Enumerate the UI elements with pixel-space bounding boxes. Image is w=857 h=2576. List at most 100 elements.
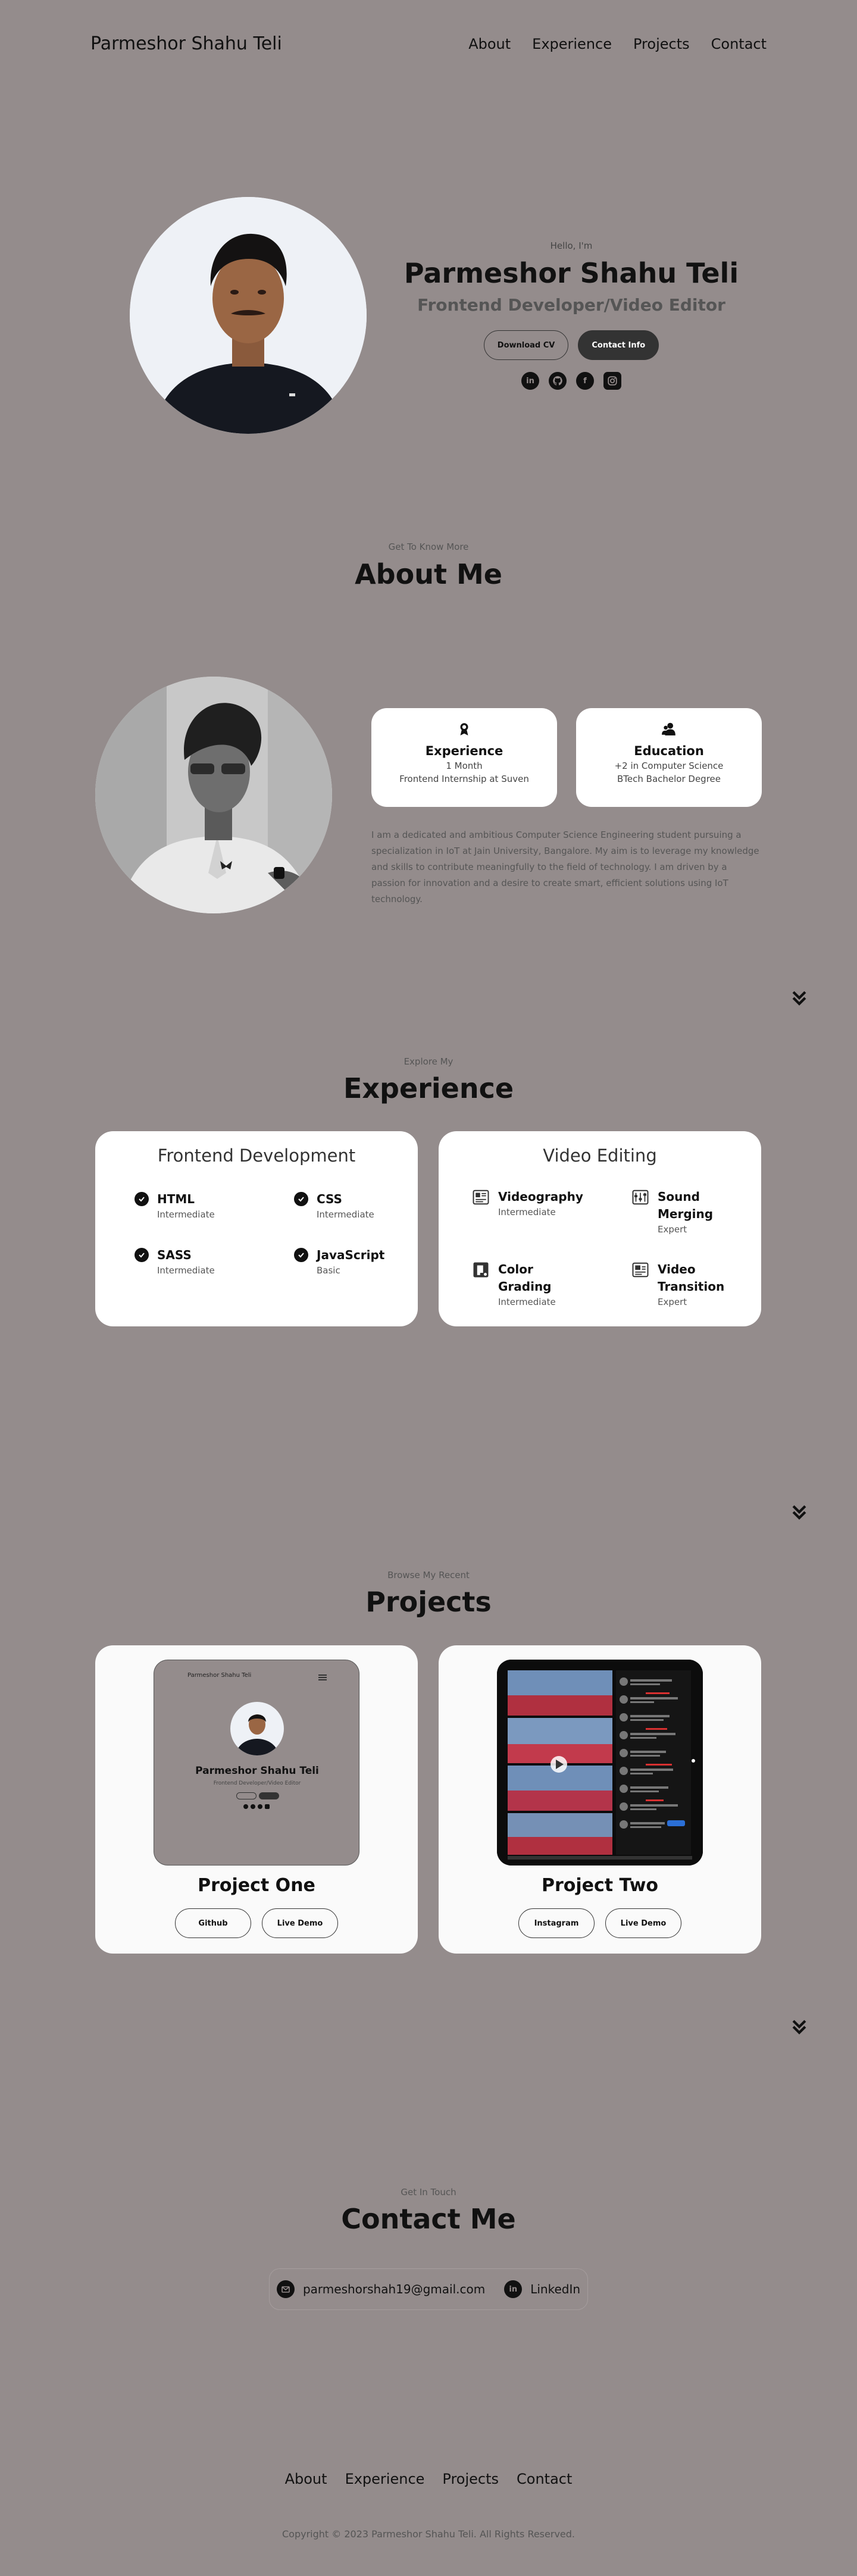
nav-link-projects[interactable]: Projects bbox=[633, 36, 690, 52]
skill-sound-merging: Sound Merging Expert bbox=[631, 1188, 713, 1235]
github-icon[interactable] bbox=[549, 372, 567, 390]
linkedin-link[interactable]: in LinkedIn bbox=[504, 2280, 580, 2298]
hamburger-icon bbox=[318, 1674, 327, 1676]
thumb-name: Parmeshor Shahu Teli bbox=[195, 1765, 319, 1777]
about-photo bbox=[95, 677, 332, 913]
github-button[interactable]: Github bbox=[175, 1908, 251, 1938]
project-two-title: Project Two bbox=[541, 1875, 659, 1896]
project-two-buttons: Instagram Live Demo bbox=[439, 1908, 761, 1938]
profile-photo bbox=[130, 197, 367, 434]
project-one-buttons: Github Live Demo bbox=[95, 1908, 418, 1938]
skill-name: Video bbox=[658, 1262, 696, 1276]
frontend-card-title: Frontend Development bbox=[157, 1145, 356, 1166]
skill-sass: SASS Intermediate bbox=[135, 1247, 215, 1276]
facebook-icon[interactable]: f bbox=[576, 372, 594, 390]
about-title: About Me bbox=[355, 558, 502, 590]
thumb-avatar bbox=[230, 1702, 284, 1755]
experience-card: Experience 1 Month Frontend Internship a… bbox=[371, 708, 557, 807]
mail-icon bbox=[276, 2280, 295, 2298]
thumb-role: Frontend Developer/Video Editor bbox=[213, 1780, 301, 1786]
skill-level: Intermediate bbox=[498, 1207, 556, 1217]
download-cv-button[interactable]: Download CV bbox=[483, 330, 569, 360]
skill-javascript: JavaScript Basic bbox=[294, 1247, 384, 1276]
video-editing-card: Video Editing Videography Intermediate So… bbox=[439, 1131, 761, 1326]
live-demo-button[interactable]: Live Demo bbox=[262, 1908, 338, 1938]
education-card-title: Education bbox=[634, 744, 704, 758]
chevron-double-down-icon[interactable] bbox=[789, 1502, 809, 1522]
education-card: Education +2 in Computer Science BTech B… bbox=[576, 708, 762, 807]
check-icon bbox=[294, 1192, 308, 1206]
frontend-card: Frontend Development HTML Intermediate CS… bbox=[95, 1131, 418, 1326]
project-card-two: Project Two Instagram Live Demo bbox=[439, 1645, 761, 1954]
copyright-text: Copyright © 2023 Parmeshor Shahu Teli. A… bbox=[282, 2528, 575, 2540]
check-icon bbox=[135, 1248, 149, 1262]
chevron-double-down-icon[interactable] bbox=[789, 2017, 809, 2037]
check-icon bbox=[294, 1248, 308, 1262]
nav-link-contact[interactable]: Contact bbox=[711, 36, 767, 52]
nav-links: About Experience Projects Contact bbox=[468, 36, 767, 52]
instagram-icon[interactable] bbox=[603, 372, 621, 390]
audio-mixer-icon bbox=[632, 1190, 649, 1205]
nav-link-experience[interactable]: Experience bbox=[532, 36, 612, 52]
users-icon bbox=[662, 722, 675, 735]
skill-videography: Videography Intermediate bbox=[472, 1188, 583, 1217]
skill-name: Color bbox=[498, 1262, 533, 1276]
education-card-line1: +2 in Computer Science bbox=[614, 760, 724, 771]
linkedin-icon[interactable]: in bbox=[521, 372, 539, 390]
video-card-title: Video Editing bbox=[543, 1145, 657, 1166]
footer-link-experience[interactable]: Experience bbox=[345, 2471, 425, 2487]
thumb-button-dark bbox=[259, 1792, 279, 1799]
skill-level: Expert bbox=[658, 1224, 687, 1235]
experience-card-line1: 1 Month bbox=[446, 760, 483, 771]
contact-info-button[interactable]: Contact Info bbox=[578, 330, 659, 360]
skill-name-line2: Merging bbox=[658, 1207, 714, 1221]
experience-title: Experience bbox=[343, 1072, 514, 1104]
email-link[interactable]: parmeshorshah19@gmail.com bbox=[276, 2280, 485, 2298]
thumb-logo: Parmeshor Shahu Teli bbox=[187, 1672, 252, 1679]
skill-name: CSS bbox=[317, 1192, 342, 1206]
footer-link-about[interactable]: About bbox=[285, 2471, 327, 2487]
hero-role: Frontend Developer/Video Editor bbox=[417, 295, 725, 315]
hero-buttons: Download CV Contact Info bbox=[393, 330, 750, 360]
contact-box: parmeshorshah19@gmail.com in LinkedIn bbox=[269, 2268, 588, 2310]
skill-name: HTML bbox=[157, 1192, 195, 1206]
chevron-double-down-icon[interactable] bbox=[789, 988, 809, 1008]
film-transition-icon bbox=[632, 1262, 649, 1278]
footer-link-projects[interactable]: Projects bbox=[442, 2471, 499, 2487]
skill-css: CSS Intermediate bbox=[294, 1191, 374, 1220]
nav-link-about[interactable]: About bbox=[468, 36, 511, 52]
projects-title: Projects bbox=[365, 1586, 492, 1618]
thumb-button-outline bbox=[236, 1792, 257, 1799]
skill-name: SASS bbox=[157, 1248, 192, 1262]
thumb-social-icons bbox=[243, 1804, 270, 1809]
check-icon bbox=[135, 1192, 149, 1206]
contact-title: Contact Me bbox=[341, 2203, 516, 2235]
project-one-title: Project One bbox=[198, 1875, 315, 1896]
about-subtitle: Get To Know More bbox=[388, 542, 469, 552]
skill-name: Sound bbox=[658, 1190, 700, 1204]
education-card-line2: BTech Bachelor Degree bbox=[617, 774, 721, 784]
live-demo-button[interactable]: Live Demo bbox=[605, 1908, 681, 1938]
skill-name-line2: Transition bbox=[658, 1279, 725, 1294]
color-palette-icon bbox=[473, 1262, 489, 1278]
projects-subtitle: Browse My Recent bbox=[387, 1570, 470, 1580]
skill-level: Expert bbox=[658, 1297, 687, 1307]
site-logo[interactable]: Parmeshor Shahu Teli bbox=[90, 33, 282, 54]
skill-color-grading: Color Grading Intermediate bbox=[472, 1261, 556, 1307]
skill-level: Intermediate bbox=[157, 1265, 215, 1276]
skill-level: Basic bbox=[317, 1265, 340, 1276]
skill-video-transition: Video Transition Expert bbox=[631, 1261, 724, 1307]
project-one-thumbnail: Parmeshor Shahu Teli Parmeshor Shahu Tel… bbox=[154, 1660, 359, 1866]
skill-level: Intermediate bbox=[317, 1209, 374, 1220]
experience-subtitle: Explore My bbox=[404, 1056, 453, 1067]
skill-name: Videography bbox=[498, 1190, 583, 1204]
experience-card-line2: Frontend Internship at Suven bbox=[399, 774, 529, 784]
skill-name-line2: Grading bbox=[498, 1279, 552, 1294]
skill-html: HTML Intermediate bbox=[135, 1191, 215, 1220]
contact-subtitle: Get In Touch bbox=[401, 2187, 456, 2198]
footer-link-contact[interactable]: Contact bbox=[517, 2471, 572, 2487]
instagram-button[interactable]: Instagram bbox=[518, 1908, 595, 1938]
award-icon bbox=[460, 723, 468, 735]
hero-greeting: Hello, I'm bbox=[550, 240, 593, 251]
video-camera-icon bbox=[473, 1190, 489, 1205]
